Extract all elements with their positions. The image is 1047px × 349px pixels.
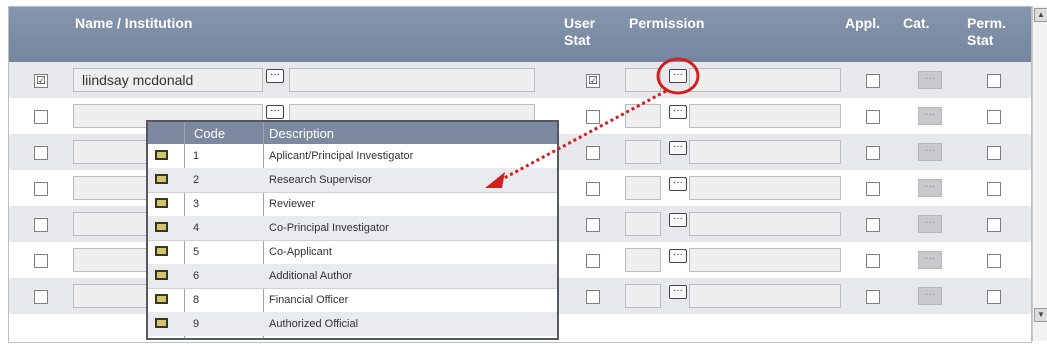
highlight-circle xyxy=(656,57,700,95)
annotation-overlay xyxy=(485,57,700,188)
annotation-arrow-line xyxy=(494,89,667,185)
arrow-head-icon xyxy=(485,172,505,188)
